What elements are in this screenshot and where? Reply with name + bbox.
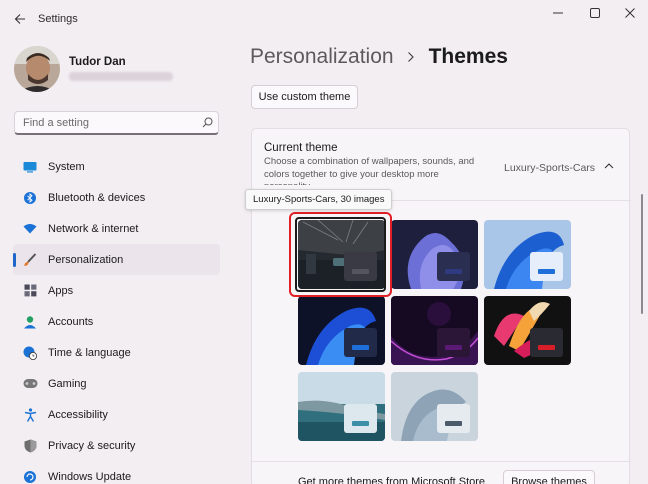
- maximize-icon[interactable]: [577, 0, 613, 26]
- sidebar-item-label: Gaming: [48, 377, 87, 390]
- sidebar-item-label: System: [48, 160, 85, 173]
- store-row: Get more themes from Microsoft Store Bro…: [252, 461, 631, 484]
- sidebar-nav: System Bluetooth & devices Network & int…: [13, 151, 220, 484]
- sidebar-item-system[interactable]: System: [13, 151, 220, 182]
- account-icon: [22, 314, 38, 330]
- sidebar-item-accounts[interactable]: Accounts: [13, 306, 220, 337]
- sidebar-item-label: Bluetooth & devices: [48, 191, 146, 204]
- user-email-redacted: [69, 72, 173, 81]
- sidebar-item-bluetooth[interactable]: Bluetooth & devices: [13, 182, 220, 213]
- sidebar-item-apps[interactable]: Apps: [13, 275, 220, 306]
- search-box[interactable]: [14, 111, 219, 135]
- sidebar-item-label: Windows Update: [48, 470, 132, 483]
- app-title: Settings: [38, 13, 78, 25]
- sidebar-item-label: Apps: [48, 284, 74, 297]
- current-theme-title: Current theme: [264, 142, 338, 154]
- store-text: Get more themes from Microsoft Store: [298, 476, 486, 484]
- theme-tooltip: Luxury-Sports-Cars, 30 images: [245, 189, 393, 210]
- accessibility-icon: [22, 407, 38, 423]
- back-arrow-icon[interactable]: [10, 9, 30, 29]
- sidebar-item-label: Accounts: [48, 315, 94, 328]
- search-icon[interactable]: [196, 112, 218, 134]
- bluetooth-icon: [22, 190, 38, 206]
- chevron-up-icon[interactable]: [604, 160, 616, 172]
- chevron-right-icon: [407, 50, 417, 64]
- title-bar: Settings: [0, 0, 648, 38]
- sidebar-item-personalization[interactable]: Personalization: [13, 244, 220, 275]
- sidebar-item-label: Network & internet: [48, 222, 139, 235]
- theme-sunrise[interactable]: [298, 372, 385, 441]
- search-input[interactable]: [15, 116, 196, 129]
- theme-glow[interactable]: [391, 296, 478, 365]
- breadcrumb-parent[interactable]: Personalization: [250, 45, 394, 69]
- sidebar-item-privacy-security[interactable]: Privacy & security: [13, 430, 220, 461]
- globe-clock-icon: [22, 345, 38, 361]
- sidebar-item-time-language[interactable]: Time & language: [13, 337, 220, 368]
- theme-preview-taskbar: [344, 404, 377, 433]
- sidebar-item-network[interactable]: Network & internet: [13, 213, 220, 244]
- browse-themes-button[interactable]: Browse themes: [503, 470, 595, 484]
- sidebar-item-accessibility[interactable]: Accessibility: [13, 399, 220, 430]
- gamepad-icon: [22, 376, 38, 392]
- sidebar-item-label: Time & language: [48, 346, 131, 359]
- breadcrumb: Personalization Themes: [250, 45, 508, 69]
- sidebar-item-label: Privacy & security: [48, 439, 136, 452]
- wifi-icon: [22, 221, 38, 237]
- sidebar-item-label: Accessibility: [48, 408, 108, 421]
- sidebar-item-gaming[interactable]: Gaming: [13, 368, 220, 399]
- use-custom-theme-button[interactable]: Use custom theme: [251, 85, 358, 109]
- sidebar-item-windows-update[interactable]: Windows Update: [13, 461, 220, 484]
- apps-icon: [22, 283, 38, 299]
- theme-preview-taskbar: [530, 328, 563, 357]
- user-name: Tudor Dan: [69, 56, 126, 68]
- avatar[interactable]: [14, 46, 60, 92]
- current-theme-value: Luxury-Sports-Cars: [504, 162, 596, 174]
- selected-theme-border: [295, 217, 386, 292]
- theme-windows-light[interactable]: [484, 220, 571, 289]
- close-icon[interactable]: [612, 0, 648, 26]
- current-theme-description: Choose a combination of wallpapers, soun…: [264, 156, 475, 185]
- theme-preview-taskbar: [530, 252, 563, 281]
- theme-windows-dark-purple[interactable]: [391, 220, 478, 289]
- brush-icon: [22, 252, 38, 268]
- minimize-icon[interactable]: [540, 0, 576, 26]
- display-icon: [22, 159, 38, 175]
- scrollbar[interactable]: [641, 194, 643, 314]
- theme-preview-taskbar: [437, 404, 470, 433]
- theme-preview-taskbar: [437, 252, 470, 281]
- theme-flow[interactable]: [391, 372, 478, 441]
- theme-preview-taskbar: [344, 328, 377, 357]
- theme-windows-dark[interactable]: [298, 296, 385, 365]
- theme-preview-taskbar: [437, 328, 470, 357]
- page-title: Themes: [428, 45, 508, 68]
- shield-icon: [22, 438, 38, 454]
- theme-captured-motion[interactable]: [484, 296, 571, 365]
- sidebar-item-label: Personalization: [48, 253, 124, 266]
- update-icon: [22, 469, 38, 484]
